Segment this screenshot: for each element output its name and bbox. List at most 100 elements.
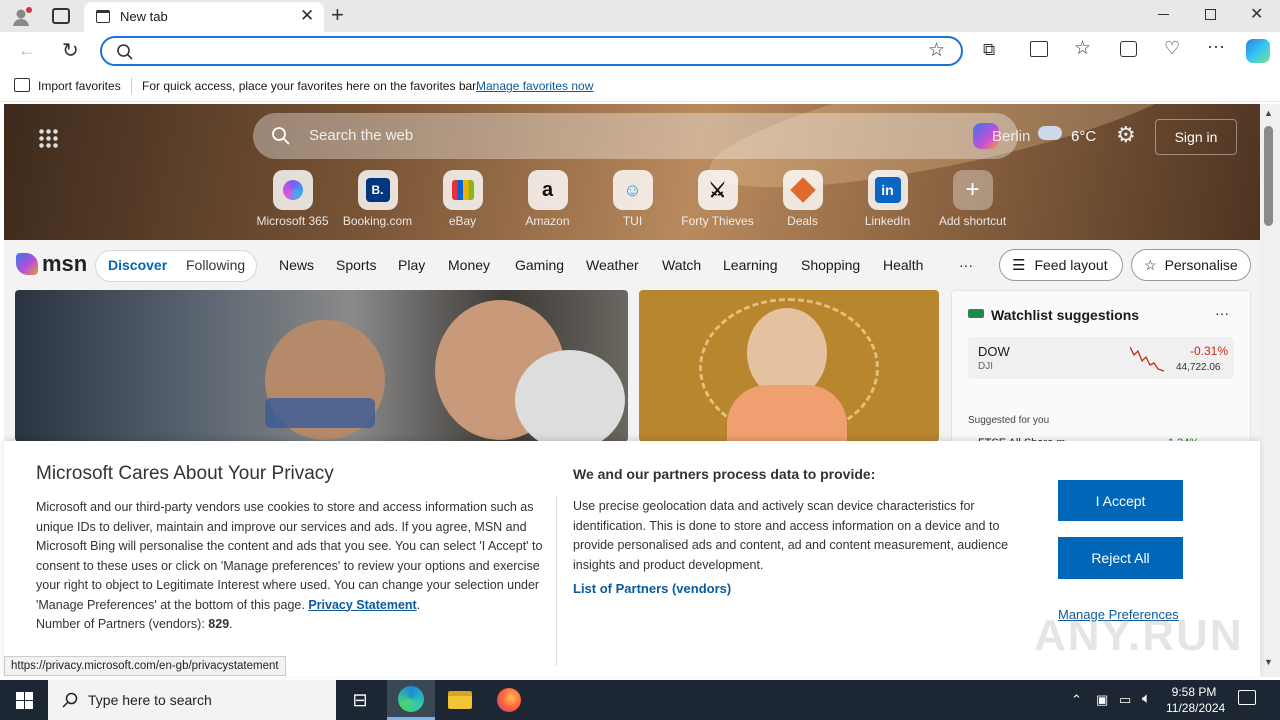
personalise-label: Personalise	[1164, 257, 1238, 273]
nav-shopping[interactable]: Shopping	[801, 257, 860, 273]
tray-security-icon[interactable]: ▣	[1096, 692, 1108, 708]
back-icon[interactable]: ←	[18, 40, 36, 61]
privacy-right-title: We and our partners process data to prov…	[573, 466, 876, 482]
scroll-up-arrow[interactable]: ▲	[1264, 108, 1273, 118]
copilot-icon[interactable]	[1246, 39, 1270, 63]
close-tab-icon[interactable]: ✕	[300, 6, 314, 26]
partners-list-link[interactable]: List of Partners (vendors)	[573, 581, 731, 596]
msn-butterfly-icon	[16, 253, 38, 275]
booking-icon: B.	[357, 170, 398, 210]
nav-money[interactable]: Money	[448, 257, 490, 273]
start-button[interactable]	[0, 680, 48, 720]
anyrun-watermark: ANY.RUN	[1034, 611, 1244, 660]
shortcut-tui[interactable]: ☺ TUI	[590, 170, 675, 228]
extensions-icon[interactable]: ⧉	[983, 40, 995, 60]
tab-discover[interactable]: Discover	[108, 257, 167, 273]
personalise-button[interactable]: ☆ Personalise	[1131, 249, 1251, 281]
weather-location[interactable]: Berlin	[992, 128, 1030, 145]
edge-taskbar-icon[interactable]	[387, 680, 435, 720]
shortcut-amazon[interactable]: a Amazon	[505, 170, 590, 228]
shortcut-ebay[interactable]: eBay	[420, 170, 505, 228]
viewport-scrollbar[interactable]: ▲ ▼	[1260, 104, 1280, 677]
tab-page-icon	[96, 10, 110, 23]
reject-all-button[interactable]: Reject All	[1058, 537, 1183, 579]
news-card-main[interactable]	[15, 290, 628, 442]
privacy-body: Microsoft and our third-party vendors us…	[36, 500, 543, 631]
favorites-icon[interactable]: ☆	[1074, 37, 1091, 60]
sign-in-button[interactable]: Sign in	[1155, 119, 1237, 155]
favorite-star-icon[interactable]: ☆	[928, 39, 945, 62]
weather-temperature[interactable]: 6°C	[1071, 128, 1096, 145]
shortcut-deals[interactable]: Deals	[760, 170, 845, 228]
privacy-statement-link[interactable]: Privacy Statement	[308, 598, 416, 612]
privacy-right-body: Use precise geolocation data and activel…	[573, 499, 1009, 572]
web-search-box[interactable]: Search the web	[253, 113, 1018, 159]
forty-thieves-icon: ⚔	[697, 170, 738, 210]
tab-title: New tab	[120, 9, 168, 24]
manage-favorites-link[interactable]: Manage favorites now	[476, 79, 593, 93]
tui-icon: ☺	[612, 170, 653, 210]
shortcut-add[interactable]: + Add shortcut	[930, 170, 1015, 228]
windows-logo-icon	[15, 691, 33, 709]
page-settings-icon[interactable]: ⚙	[1116, 122, 1136, 148]
apps-launcher-icon[interactable]	[38, 128, 58, 148]
linkedin-icon: in	[867, 170, 908, 210]
nav-gaming[interactable]: Gaming	[515, 257, 564, 273]
shortcut-linkedin[interactable]: in LinkedIn	[845, 170, 930, 228]
stock-row-dow[interactable]: DOW DJI -0.31% 44,722.06	[968, 337, 1234, 379]
restore-button[interactable]	[1205, 9, 1216, 20]
shortcut-forty-thieves[interactable]: ⚔ Forty Thieves	[675, 170, 760, 228]
tab-actions-icon[interactable]	[52, 8, 70, 24]
ebay-icon	[442, 170, 483, 210]
watchlist-more-icon[interactable]: ···	[1215, 305, 1229, 321]
refresh-icon[interactable]: ↻	[62, 38, 79, 63]
deals-icon	[782, 170, 823, 210]
toolbar: ← ↻ ☆ ⧉ ☆ ♡ ···	[0, 32, 1280, 70]
profile-icon[interactable]	[10, 6, 32, 28]
msn-nav: msn Discover Following News Sports Play …	[4, 240, 1260, 290]
notifications-icon[interactable]	[1238, 690, 1256, 705]
amazon-icon: a	[527, 170, 568, 210]
nav-play[interactable]: Play	[398, 257, 425, 273]
file-explorer-icon[interactable]	[436, 680, 484, 720]
shortcut-booking[interactable]: B. Booking.com	[335, 170, 420, 228]
new-tab-button[interactable]: +	[331, 2, 344, 28]
favorites-bar-divider	[131, 78, 132, 94]
news-card-secondary[interactable]	[639, 290, 939, 442]
volume-icon[interactable]: 🔈︎	[1142, 690, 1151, 707]
microsoft365-icon	[272, 170, 313, 210]
tray-chevron-icon[interactable]: ⌃	[1071, 692, 1082, 708]
accept-button[interactable]: I Accept	[1058, 480, 1183, 521]
partners-label: Number of Partners (vendors):	[36, 617, 205, 631]
browser-essentials-icon[interactable]: ♡	[1164, 38, 1180, 59]
tab-new-tab[interactable]: New tab ✕	[84, 2, 324, 32]
task-view-icon[interactable]: ⊟	[336, 680, 384, 720]
nav-more-icon[interactable]: ···	[959, 257, 973, 273]
minimize-button[interactable]	[1158, 14, 1169, 15]
split-screen-icon[interactable]	[1030, 41, 1048, 57]
collections-icon[interactable]	[1120, 41, 1137, 57]
nav-weather[interactable]: Weather	[586, 257, 639, 273]
import-favorites-button[interactable]: Import favorites	[38, 79, 121, 93]
scroll-down-arrow[interactable]: ▼	[1264, 657, 1273, 667]
settings-more-icon[interactable]: ···	[1207, 36, 1225, 57]
tab-following[interactable]: Following	[186, 257, 245, 273]
shortcut-microsoft-365[interactable]: Microsoft 365	[250, 170, 335, 228]
firefox-icon[interactable]	[485, 680, 533, 720]
msn-logo[interactable]: msn	[16, 251, 87, 277]
address-bar[interactable]: ☆	[100, 36, 963, 66]
watchlist-card: Watchlist suggestions ··· DOW DJI -0.31%…	[951, 290, 1251, 450]
nav-news[interactable]: News	[279, 257, 314, 273]
clock-time: 9:58 PM	[1171, 685, 1217, 699]
nav-watch[interactable]: Watch	[662, 257, 701, 273]
privacy-divider	[556, 496, 557, 666]
nav-sports[interactable]: Sports	[336, 257, 376, 273]
feed-layout-button[interactable]: ☰ Feed layout	[999, 249, 1123, 281]
clock[interactable]: 9:58 PM 11/28/2024	[1166, 684, 1225, 716]
scroll-thumb[interactable]	[1264, 126, 1273, 226]
close-window-button[interactable]: ✕	[1250, 4, 1263, 24]
taskbar-search-box[interactable]: Type here to search	[48, 680, 336, 720]
network-icon[interactable]: ▭	[1119, 692, 1131, 708]
nav-health[interactable]: Health	[883, 257, 923, 273]
nav-learning[interactable]: Learning	[723, 257, 778, 273]
